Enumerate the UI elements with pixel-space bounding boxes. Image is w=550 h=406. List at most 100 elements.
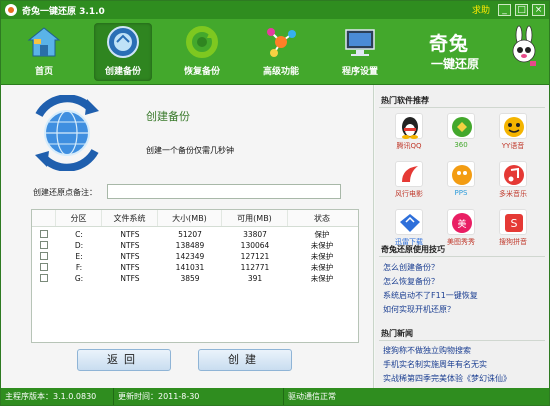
free-cell: 127121 xyxy=(240,252,270,261)
software-duomi[interactable]: 多米音乐 xyxy=(495,161,531,203)
rabbit-mascot-icon xyxy=(509,25,539,69)
qq-penguin-icon xyxy=(395,113,423,139)
driver-status: 驱动通信正常 xyxy=(288,392,336,401)
version-status: 主程序版本：3.1.0.0830 xyxy=(1,388,114,405)
status-cell: 保护 xyxy=(314,230,330,239)
software-label: 360 xyxy=(454,141,468,149)
maximize-button[interactable]: □ xyxy=(515,3,528,16)
software-funshion[interactable]: 风行电影 xyxy=(391,161,427,203)
360-shield-icon xyxy=(447,113,475,139)
drive-cell: D: xyxy=(74,241,84,250)
size-cell: 141031 xyxy=(175,263,205,272)
table-header: 分区 文件系统 大小(MB) 可用(MB) 状态 xyxy=(32,210,358,227)
news-link[interactable]: 手机实名制实施周年有名无实 xyxy=(383,359,487,370)
status-cell: 未保护 xyxy=(310,263,334,272)
duomi-music-icon xyxy=(499,161,527,187)
restore-point-note-input[interactable] xyxy=(107,184,341,199)
row-checkbox[interactable] xyxy=(40,240,48,249)
row-checkbox[interactable] xyxy=(40,273,48,282)
software-label: 风行电影 xyxy=(395,190,423,198)
divider xyxy=(379,107,545,108)
brand-line1: 奇兔 xyxy=(429,33,470,55)
toolbar-settings-label: 程序设置 xyxy=(341,67,378,77)
software-label: PPS xyxy=(454,189,468,197)
software-sogou[interactable]: S 搜狗拼音 xyxy=(495,209,531,251)
table-row[interactable]: F: NTFS 141031 112771 未保护 xyxy=(32,262,358,273)
tip-link[interactable]: 系统启动不了F11一键恢复 xyxy=(383,290,478,301)
sogou-pinyin-icon: S xyxy=(499,209,527,235)
tips-title: 奇兔还原使用技巧 xyxy=(381,245,445,254)
divider xyxy=(379,256,545,257)
size-cell: 51207 xyxy=(178,230,202,239)
app-window: 奇兔一键还原 3.1.0 求助 _ □ × 首页 创建备份 恢复备份 高级功能 … xyxy=(0,0,550,406)
table-row[interactable]: G: NTFS 3859 391 未保护 xyxy=(32,273,358,284)
row-checkbox[interactable] xyxy=(40,229,48,238)
tip-link[interactable]: 如何实现开机还原？ xyxy=(383,304,455,315)
column-header-free: 可用(MB) xyxy=(222,210,288,226)
column-header-filesystem: 文件系统 xyxy=(102,210,158,226)
brand-logo: 奇兔 一键还原 xyxy=(429,23,539,81)
size-cell: 138489 xyxy=(175,241,205,250)
filesystem-cell: NTFS xyxy=(120,274,140,283)
home-icon xyxy=(27,25,61,59)
window-title: 奇兔一键还原 3.1.0 xyxy=(22,6,105,17)
pps-icon xyxy=(447,161,475,187)
drive-cell: G: xyxy=(74,274,84,283)
minimize-button[interactable]: _ xyxy=(498,3,511,16)
page-description: 创建一个备份仅需几秒钟 xyxy=(146,146,234,155)
software-pps[interactable]: PPS xyxy=(443,161,479,203)
close-button[interactable]: × xyxy=(532,3,545,16)
toolbar-create-backup[interactable]: 创建备份 xyxy=(94,23,152,81)
create-button[interactable]: 创建 xyxy=(198,349,292,371)
backup-globe-icon xyxy=(25,94,109,172)
software-label: 搜狗拼音 xyxy=(499,238,527,246)
yy-voice-icon xyxy=(499,113,527,139)
column-header-select xyxy=(32,210,56,226)
toolbar-create-backup-label: 创建备份 xyxy=(104,67,141,77)
status-bar: 主程序版本：3.1.0.0830 更新时间：2011-8-30 驱动通信正常 xyxy=(1,388,549,405)
svg-text:美: 美 xyxy=(457,218,466,230)
news-title: 热门新闻 xyxy=(381,329,413,338)
software-meitu[interactable]: 美 美图秀秀 xyxy=(443,209,479,251)
filesystem-cell: NTFS xyxy=(120,230,140,239)
software-yy[interactable]: YY语音 xyxy=(495,113,531,155)
row-checkbox[interactable] xyxy=(40,251,48,260)
backup-create-icon xyxy=(106,25,140,59)
back-button[interactable]: 返回 xyxy=(77,349,171,371)
advanced-icon xyxy=(264,25,298,59)
svg-text:S: S xyxy=(511,217,518,230)
table-row[interactable]: D: NTFS 138489 130064 未保护 xyxy=(32,240,358,251)
toolbar-advanced[interactable]: 高级功能 xyxy=(252,23,310,81)
hot-software-title: 热门软件推荐 xyxy=(381,96,429,105)
table-row[interactable]: C: NTFS 51207 33807 保护 xyxy=(32,229,358,240)
app-logo-icon xyxy=(5,4,17,16)
funshion-icon xyxy=(395,161,423,187)
tip-link[interactable]: 怎么恢复备份？ xyxy=(383,276,439,287)
title-bar: 奇兔一键还原 3.1.0 求助 _ □ × xyxy=(1,1,549,19)
filesystem-cell: NTFS xyxy=(120,252,140,261)
window-controls: 求助 _ □ × xyxy=(472,3,545,16)
row-checkbox[interactable] xyxy=(40,262,48,271)
column-header-status: 状态 xyxy=(314,214,330,223)
toolbar-restore[interactable]: 恢复备份 xyxy=(173,23,231,81)
news-link[interactable]: 实战稀第四季完美体验《梦幻诛仙》 xyxy=(383,373,511,384)
software-360[interactable]: 360 xyxy=(443,113,479,155)
drive-cell: F: xyxy=(75,263,83,272)
toolbar-settings[interactable]: 程序设置 xyxy=(331,23,389,81)
table-row[interactable]: E: NTFS 142349 127121 未保护 xyxy=(32,251,358,262)
help-link[interactable]: 求助 xyxy=(472,3,490,16)
note-label: 创建还原点备注： xyxy=(33,188,97,197)
filesystem-cell: NTFS xyxy=(120,241,140,250)
create-backup-panel: 创建备份 创建一个备份仅需几秒钟 创建还原点备注： 分区 文件系统 大小(MB)… xyxy=(1,85,374,388)
software-label: 多米音乐 xyxy=(499,190,527,198)
toolbar-home[interactable]: 首页 xyxy=(15,23,73,81)
sidebar: 热门软件推荐 腾讯QQ 360 YY语音 风行电影 PPS 多米音乐 迅雷下载 … xyxy=(375,85,549,388)
status-cell: 未保护 xyxy=(310,252,334,261)
main-toolbar: 首页 创建备份 恢复备份 高级功能 程序设置 奇兔 一键还原 xyxy=(1,19,549,85)
news-link[interactable]: 搜狗称不做独立购物搜索 xyxy=(383,345,471,356)
software-qq[interactable]: 腾讯QQ xyxy=(391,113,427,155)
tip-link[interactable]: 怎么创建备份？ xyxy=(383,262,439,273)
toolbar-home-label: 首页 xyxy=(34,67,53,77)
restore-icon xyxy=(185,25,219,59)
free-cell: 130064 xyxy=(240,241,270,250)
